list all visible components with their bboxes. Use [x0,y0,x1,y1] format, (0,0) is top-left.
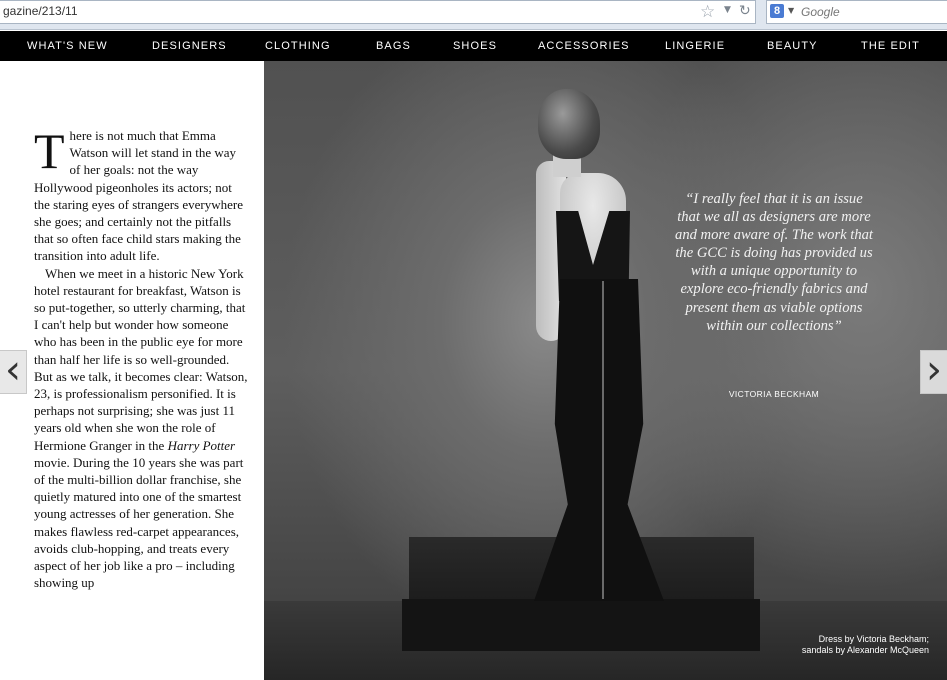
nav-item-beauty[interactable]: BEAUTY [767,40,818,52]
address-bar[interactable]: gazine/213/11 ☆ ▼ ↻ [0,0,756,24]
quote-author: VICTORIA BECKHAM [728,389,820,399]
browser-toolbar: gazine/213/11 ☆ ▼ ↻ 8 ▼ Google [0,0,947,30]
search-engine-dropdown-icon[interactable]: ▼ [788,6,794,15]
paragraph-2-text-b: movie. During the 10 years she was part … [34,454,244,591]
bookmark-star-icon[interactable]: ☆ [700,2,715,22]
article-body: There is not much that Emma Watson will … [34,123,248,592]
paragraph-1-text: here is not much that Emma Watson will l… [34,128,243,264]
nav-item-clothing[interactable]: CLOTHING [265,40,331,52]
chevron-left-icon: ‹ [5,347,21,393]
main-nav: WHAT'S NEW DESIGNERS CLOTHING BAGS SHOES… [0,31,947,61]
nav-item-whats-new[interactable]: WHAT'S NEW [27,40,108,52]
google-icon[interactable]: 8 [770,4,784,18]
search-box[interactable]: 8 ▼ Google [766,0,947,24]
nav-item-shoes[interactable]: SHOES [453,40,497,52]
reload-icon[interactable]: ↻ [739,3,751,19]
photo-platform-side [402,599,760,651]
nav-item-bags[interactable]: BAGS [376,40,411,52]
model-head [538,89,600,159]
article-paragraph-2: When we meet in a historic New York hote… [34,265,248,592]
nav-item-lingerie[interactable]: LINGERIE [665,40,725,52]
photo-credit: Dress by Victoria Beckham; sandals by Al… [801,634,929,656]
url-text[interactable]: gazine/213/11 [3,4,78,18]
nav-item-designers[interactable]: DESIGNERS [152,40,227,52]
next-page-button[interactable]: › [920,350,947,394]
url-history-dropdown-icon[interactable]: ▼ [724,5,731,15]
nav-item-accessories[interactable]: ACCESSORIES [538,40,630,52]
search-input[interactable]: Google [801,5,840,19]
feature-photo: “I really feel that it is an issue that … [264,61,947,680]
chevron-right-icon: › [926,347,942,393]
article-paragraph-1: There is not much that Emma Watson will … [34,123,248,265]
pull-quote: “I really feel that it is an issue that … [675,191,873,334]
drop-cap: T [34,123,65,179]
film-title: Harry Potter [167,437,236,453]
nav-item-the-edit[interactable]: THE EDIT [861,40,920,52]
dress-zip [602,281,604,599]
prev-page-button[interactable]: ‹ [0,350,27,394]
paragraph-2-text-a: When we meet in a historic New York hote… [34,265,248,453]
